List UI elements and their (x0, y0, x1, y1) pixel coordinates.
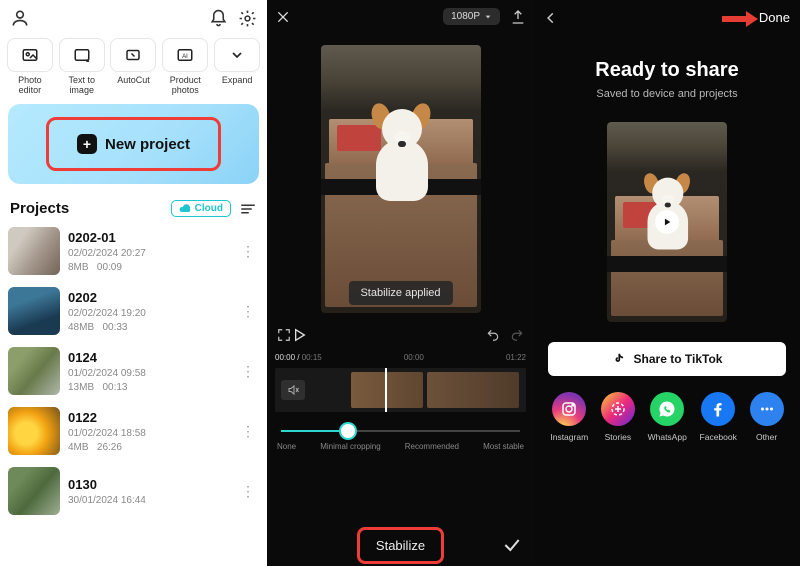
new-project-button[interactable]: + New project (46, 117, 221, 171)
project-thumbnail (8, 407, 60, 455)
project-thumbnail (8, 467, 60, 515)
project-row[interactable]: 0124 01/02/2024 09:58 13MB 00:13 ⋮ (6, 341, 261, 401)
project-list: 0202-01 02/02/2024 20:27 8MB 00:09 ⋮ 020… (0, 221, 267, 521)
plus-icon: + (77, 134, 97, 154)
toast: Stabilize applied (348, 281, 452, 305)
mute-icon[interactable] (281, 380, 305, 400)
topbar (0, 0, 267, 34)
share-other[interactable]: Other (750, 392, 784, 442)
editor-panel: 1080P Stabilize applied 00:00 / 0 (267, 0, 534, 566)
done-button[interactable]: Done (759, 10, 790, 25)
video-thumbnail[interactable] (607, 122, 727, 322)
more-icon[interactable]: ⋮ (237, 423, 259, 440)
bell-icon[interactable] (209, 9, 228, 28)
tool-row: Photo editor Text to image AutoCut AI Pr… (0, 34, 267, 96)
play-icon[interactable] (291, 327, 486, 343)
cloud-chip[interactable]: Cloud (171, 200, 231, 217)
stabilize-button[interactable]: Stabilize (357, 527, 444, 564)
tool-product-photos[interactable]: AI Product photos (161, 38, 209, 96)
timeline[interactable]: 00:00 / 00:15 00:00 01:22 (267, 349, 534, 416)
svg-text:AI: AI (182, 54, 188, 60)
share-instagram[interactable]: Instagram (550, 392, 588, 442)
annotation-arrow-icon (722, 10, 758, 28)
more-icon[interactable]: ⋮ (237, 363, 259, 380)
project-thumbnail (8, 347, 60, 395)
share-facebook[interactable]: Facebook (700, 392, 737, 442)
project-row[interactable]: 0202 02/02/2024 19:20 48MB 00:33 ⋮ (6, 281, 261, 341)
export-icon[interactable] (510, 9, 526, 25)
project-thumbnail (8, 227, 60, 275)
resolution-dropdown[interactable]: 1080P (443, 8, 500, 25)
share-stories[interactable]: Stories (601, 392, 635, 442)
project-thumbnail (8, 287, 60, 335)
tool-photo-editor[interactable]: Photo editor (6, 38, 54, 96)
share-whatsapp[interactable]: WhatsApp (648, 392, 687, 442)
gear-icon[interactable] (238, 9, 257, 28)
projects-header: Projects Cloud (0, 194, 267, 221)
confirm-icon[interactable] (502, 535, 522, 555)
project-row[interactable]: 0122 01/02/2024 18:58 4MB 26:26 ⋮ (6, 401, 261, 461)
stabilize-slider[interactable]: None Minimal cropping Recommended Most s… (267, 416, 534, 455)
play-icon (655, 210, 679, 234)
tool-text-to-image[interactable]: Text to image (58, 38, 106, 96)
sort-icon[interactable] (239, 202, 257, 216)
share-title: Ready to share (534, 59, 800, 82)
fullscreen-icon[interactable] (277, 328, 291, 342)
social-row: Instagram Stories WhatsApp Facebook Othe… (534, 376, 800, 442)
more-icon[interactable]: ⋮ (237, 483, 259, 500)
clip[interactable] (427, 372, 519, 408)
more-icon[interactable]: ⋮ (237, 243, 259, 260)
project-row[interactable]: 0202-01 02/02/2024 20:27 8MB 00:09 ⋮ (6, 221, 261, 281)
close-icon[interactable] (275, 9, 291, 25)
video-preview[interactable]: Stabilize applied (281, 35, 520, 323)
more-icon[interactable]: ⋮ (237, 303, 259, 320)
project-row[interactable]: 0130 30/01/2024 16:44 ⋮ (6, 461, 261, 521)
share-tiktok-button[interactable]: Share to TikTok (548, 342, 786, 376)
undo-icon[interactable] (486, 328, 500, 342)
share-subtitle: Saved to device and projects (534, 88, 800, 100)
playhead[interactable] (385, 368, 387, 412)
tool-expand[interactable]: Expand (213, 38, 261, 96)
profile-icon[interactable] (10, 8, 30, 28)
new-project-card: + New project (8, 104, 259, 184)
home-panel: Photo editor Text to image AutoCut AI Pr… (0, 0, 267, 566)
tool-autocut[interactable]: AutoCut (110, 38, 158, 96)
back-icon[interactable] (544, 11, 558, 25)
share-panel: Done Ready to share Saved to device and … (534, 0, 800, 566)
redo-icon[interactable] (510, 328, 524, 342)
